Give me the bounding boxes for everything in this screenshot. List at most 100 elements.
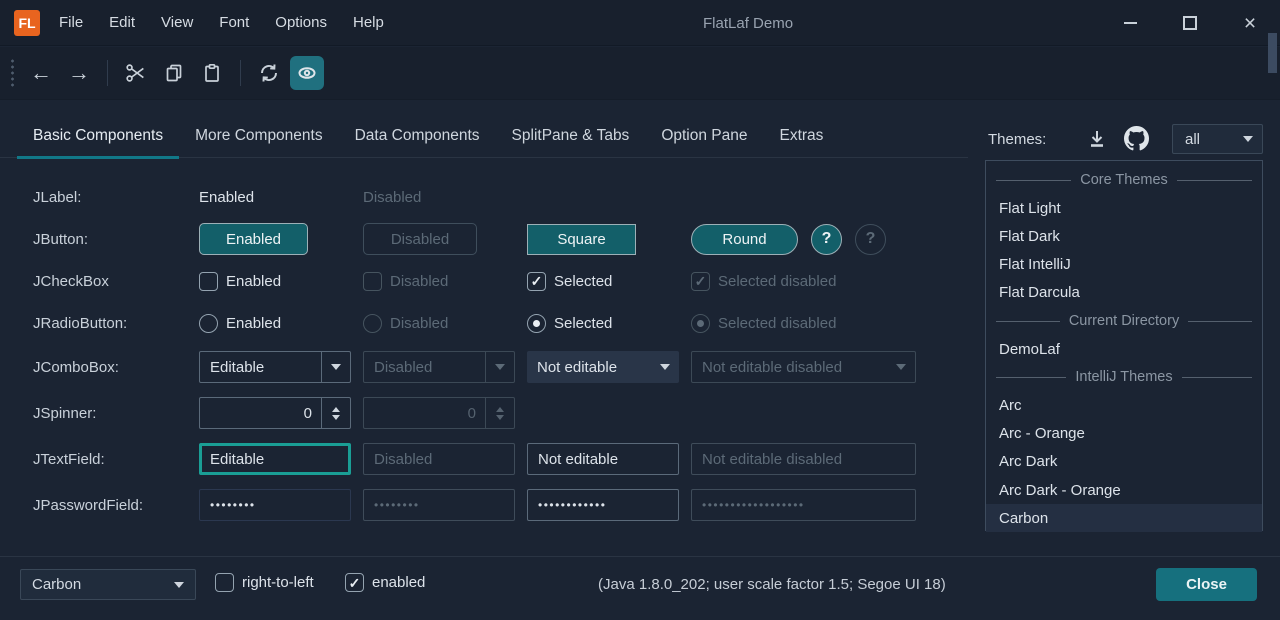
- eye-icon: [297, 63, 317, 83]
- row-label: JCheckBox: [33, 273, 199, 290]
- minimize-button[interactable]: [1100, 0, 1160, 46]
- textfield-editable[interactable]: Editable: [199, 443, 351, 475]
- tab-data-components[interactable]: Data Components: [339, 113, 496, 158]
- radio-selected[interactable]: Selected: [527, 314, 691, 333]
- spinner-enabled[interactable]: 0: [199, 397, 351, 429]
- checkbox-selected[interactable]: ✓ Selected: [527, 272, 691, 291]
- basic-components-panel: JLabel: Enabled Disabled JButton: Enable…: [33, 176, 968, 528]
- themes-group-separator: Current Directory: [986, 307, 1262, 335]
- passwordfield-editable[interactable]: ••••••••: [199, 489, 351, 521]
- menu-font[interactable]: Font: [206, 0, 262, 46]
- lookandfeel-combobox[interactable]: Carbon: [20, 569, 196, 600]
- row-label: JPasswordField:: [33, 497, 199, 514]
- enabled-button[interactable]: Enabled: [199, 223, 308, 255]
- download-themes-button[interactable]: [1086, 128, 1108, 155]
- radio-label: Enabled: [226, 315, 281, 332]
- minimize-icon: [1124, 22, 1137, 24]
- radio-circle[interactable]: [527, 314, 546, 333]
- paste-button[interactable]: [195, 56, 229, 90]
- theme-item-flat-dark[interactable]: Flat Dark: [986, 222, 1262, 250]
- menu-help[interactable]: Help: [340, 0, 397, 46]
- row-label: JComboBox:: [33, 359, 199, 376]
- themes-group-separator: IntelliJ Themes: [986, 363, 1262, 391]
- tab-more-components[interactable]: More Components: [179, 113, 339, 158]
- theme-item-demolaf[interactable]: DemoLaf: [986, 335, 1262, 363]
- theme-item-flat-light[interactable]: Flat Light: [986, 194, 1262, 222]
- menubar: File Edit View Font Options Help: [46, 0, 397, 46]
- help-button[interactable]: ?: [811, 224, 842, 255]
- close-button[interactable]: Close: [1156, 568, 1257, 601]
- checkbox-box[interactable]: ✓: [527, 272, 546, 291]
- tab-option-pane[interactable]: Option Pane: [645, 113, 763, 158]
- jtextfield-row: JTextField: Editable Disabled Not editab…: [33, 436, 968, 482]
- menu-edit[interactable]: Edit: [96, 0, 148, 46]
- radio-dot-icon: [697, 320, 704, 327]
- checkbox-box[interactable]: ✓: [345, 573, 364, 592]
- round-button[interactable]: Round: [691, 224, 798, 255]
- combobox-value: Not editable: [527, 359, 651, 376]
- toolbar-separator: [240, 60, 241, 86]
- check-icon: ✓: [349, 576, 361, 590]
- spinner-value: 0: [364, 405, 485, 422]
- theme-item-arc-dark[interactable]: Arc Dark: [986, 448, 1262, 476]
- checkbox-box[interactable]: [199, 272, 218, 291]
- radio-enabled[interactable]: Enabled: [199, 314, 363, 333]
- theme-item-arc-dark-orange[interactable]: Arc Dark - Orange: [986, 476, 1262, 504]
- radio-circle[interactable]: [199, 314, 218, 333]
- themes-filter-combobox[interactable]: all: [1172, 124, 1263, 154]
- chevron-down-icon: [331, 364, 341, 370]
- menu-view[interactable]: View: [148, 0, 206, 46]
- chevron-down-icon: [174, 582, 184, 588]
- jlabel-enabled: Enabled: [199, 189, 254, 206]
- menu-file[interactable]: File: [46, 0, 96, 46]
- tab-extras[interactable]: Extras: [764, 113, 840, 158]
- back-button[interactable]: ←: [24, 56, 58, 90]
- theme-item-flat-intellij[interactable]: Flat IntelliJ: [986, 251, 1262, 279]
- checkbox-enabled[interactable]: Enabled: [199, 272, 363, 291]
- right-to-left-checkbox[interactable]: right-to-left: [215, 573, 314, 592]
- enabled-checkbox[interactable]: ✓ enabled: [345, 573, 425, 592]
- maximize-button[interactable]: [1160, 0, 1220, 46]
- passwordfield-not-editable-disabled: ••••••••••••••••••: [691, 489, 916, 521]
- theme-item-arc[interactable]: Arc: [986, 392, 1262, 420]
- cut-button[interactable]: [119, 56, 153, 90]
- jcombobox-row: JComboBox: Editable Disabled Not editabl…: [33, 344, 968, 390]
- checkbox-box: ✓: [691, 272, 710, 291]
- combobox-editable[interactable]: Editable: [199, 351, 351, 383]
- spinner-down-icon: [496, 415, 504, 420]
- app-logo-icon: FL: [14, 10, 40, 36]
- forward-button[interactable]: →: [62, 56, 96, 90]
- refresh-button[interactable]: [252, 56, 286, 90]
- toolbar-grip-handle[interactable]: [10, 58, 15, 88]
- checkbox-selected-disabled: ✓ Selected disabled: [691, 272, 836, 291]
- github-link-button[interactable]: [1124, 126, 1149, 156]
- textfield-not-editable[interactable]: Not editable: [527, 443, 679, 475]
- radio-label: Selected disabled: [718, 315, 836, 332]
- theme-item-arc-orange[interactable]: Arc - Orange: [986, 420, 1262, 448]
- menu-options[interactable]: Options: [262, 0, 340, 46]
- copy-button[interactable]: [157, 56, 191, 90]
- passwordfield-not-editable[interactable]: ••••••••••••: [527, 489, 679, 521]
- tab-splitpane-tabs[interactable]: SplitPane & Tabs: [496, 113, 646, 158]
- combobox-not-editable[interactable]: Not editable: [527, 351, 679, 383]
- radio-disabled: Disabled: [363, 314, 527, 333]
- square-button[interactable]: Square: [527, 224, 636, 255]
- themes-filter-value: all: [1173, 131, 1234, 148]
- row-label: JTextField:: [33, 451, 199, 468]
- chevron-down-icon: [896, 364, 906, 370]
- theme-item-flat-darcula[interactable]: Flat Darcula: [986, 279, 1262, 307]
- spinner-down-icon[interactable]: [332, 415, 340, 420]
- show-hidden-toggle-button[interactable]: [290, 56, 324, 90]
- radio-selected-disabled: Selected disabled: [691, 314, 836, 333]
- tab-basic-components[interactable]: Basic Components: [17, 113, 179, 158]
- checkbox-label: Disabled: [390, 273, 448, 290]
- checkbox-disabled: Disabled: [363, 272, 527, 291]
- spinner-up-icon[interactable]: [332, 407, 340, 412]
- jspinner-row: JSpinner: 0 0: [33, 390, 968, 436]
- checkbox-box[interactable]: [215, 573, 234, 592]
- refresh-icon: [258, 62, 280, 84]
- theme-item-carbon[interactable]: Carbon: [986, 504, 1262, 532]
- spinner-value[interactable]: 0: [200, 405, 321, 422]
- themes-scrollbar-thumb[interactable]: [1268, 33, 1277, 73]
- themes-group-separator: Core Themes: [986, 166, 1262, 194]
